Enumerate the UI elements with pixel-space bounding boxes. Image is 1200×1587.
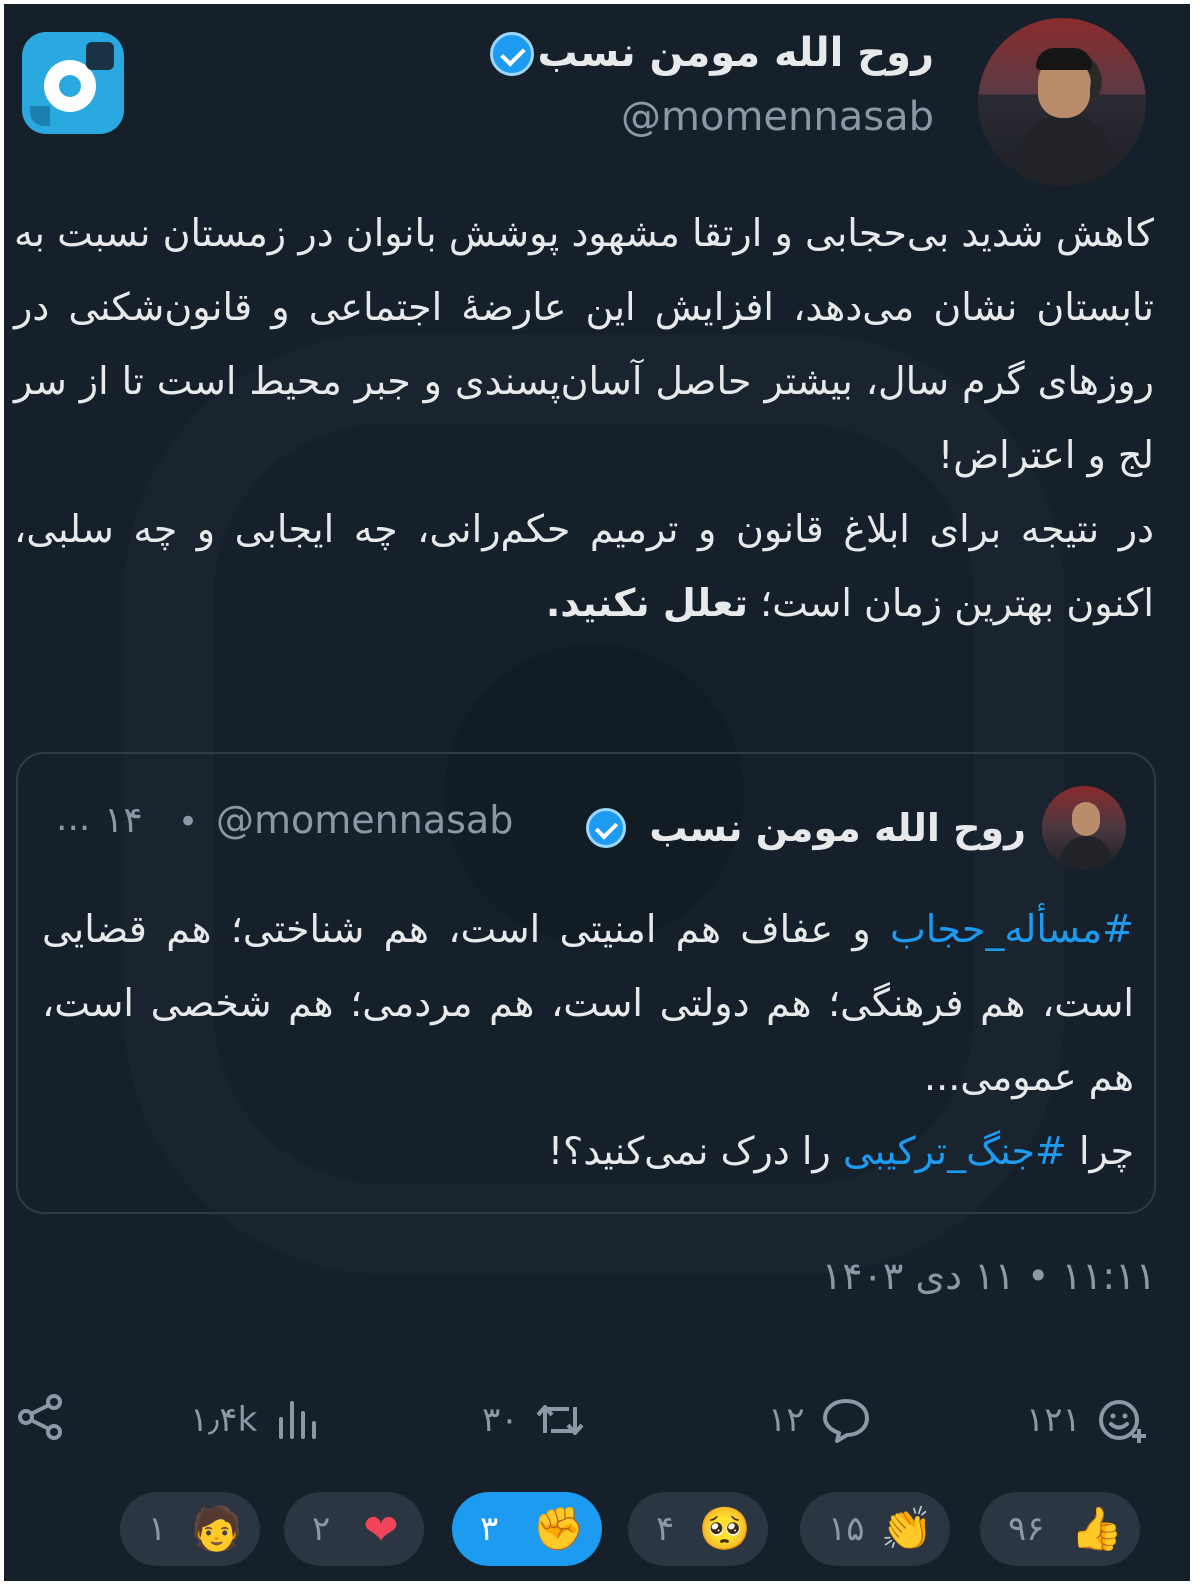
- thumbs-up-icon: 👍: [1070, 1504, 1124, 1553]
- retweet-icon: [536, 1405, 584, 1435]
- author-avatar[interactable]: [978, 18, 1146, 186]
- separator-dot: •: [178, 802, 199, 842]
- clapping-hands-icon: 👏: [880, 1504, 934, 1553]
- quoted-tweet-text: #مسأله_حجاب و عفاف هم امنیتی است، هم شنا…: [42, 892, 1134, 1188]
- reaction-count: ۱: [148, 1509, 167, 1549]
- reaction-clap[interactable]: ۱۵ 👏: [800, 1492, 950, 1566]
- author-name[interactable]: روح الله مومن نسب: [538, 30, 934, 76]
- reaction-count: ۱۵: [828, 1509, 865, 1549]
- fist-icon: ✊: [532, 1504, 586, 1553]
- quoted-tweet[interactable]: روح الله مومن نسب @momennasab • ۱۴ ... #…: [16, 752, 1156, 1214]
- views-count: ۱٫۴k: [190, 1400, 258, 1440]
- reply-count: ۱۲: [768, 1400, 805, 1440]
- pleading-face-icon: 🥺: [698, 1504, 752, 1553]
- quoted-text-span: را درک نمی‌کنید؟!: [547, 1129, 843, 1173]
- share-icon: [18, 1394, 62, 1440]
- app-logo-icon: [22, 32, 124, 134]
- hashtag-link[interactable]: #جنگ_ترکیبی: [843, 1129, 1067, 1173]
- tweet-timestamp[interactable]: ۱۱:۱۱ • ۱۱ دی ۱۴۰۳: [822, 1254, 1156, 1298]
- tweet-emphasis: تعلل نکنید.: [545, 581, 749, 625]
- quoted-author-name: روح الله مومن نسب: [649, 806, 1026, 850]
- tweet-screenshot: روح الله مومن نسب @momennasab کاهش شدید …: [4, 4, 1190, 1581]
- reaction-fist[interactable]: ۳ ✊: [452, 1492, 602, 1566]
- hashtag-link[interactable]: #مسأله_حجاب: [890, 907, 1134, 951]
- views-button[interactable]: ۱٫۴k: [190, 1390, 325, 1450]
- reaction-count: ۹۶: [1008, 1509, 1045, 1549]
- retweet-button[interactable]: ۳۰: [482, 1390, 587, 1450]
- analytics-icon: [279, 1401, 317, 1439]
- person-icon: 🧑: [190, 1504, 244, 1553]
- tweet-paragraph-1: کاهش شدید بی‌حجابی و ارتقا مشهود پوشش با…: [14, 211, 1154, 477]
- verified-badge-icon: [490, 32, 534, 76]
- quoted-author-avatar: [1042, 786, 1126, 870]
- retweet-count: ۳۰: [482, 1400, 519, 1440]
- tweet-text: کاهش شدید بی‌حجابی و ارتقا مشهود پوشش با…: [14, 196, 1154, 640]
- verified-badge-icon: [586, 808, 626, 848]
- likes-count: ۱۲۱: [1026, 1400, 1081, 1440]
- reaction-count: ۲: [312, 1509, 331, 1549]
- reaction-count: ۴: [656, 1509, 675, 1549]
- share-button[interactable]: [14, 1390, 70, 1446]
- quoted-paragraph-2: چرا #جنگ_ترکیبی را درک نمی‌کنید؟!: [42, 1114, 1134, 1188]
- comment-icon: [822, 1399, 869, 1443]
- more-icon[interactable]: ...: [56, 798, 90, 839]
- reaction-pleading[interactable]: ۴ 🥺: [628, 1492, 768, 1566]
- reaction-thumbs-up[interactable]: ۹۶ 👍: [980, 1492, 1140, 1566]
- reaction-heart[interactable]: ۲ ❤: [284, 1492, 424, 1566]
- reaction-count: ۳: [480, 1509, 499, 1549]
- quoted-paragraph-1: #مسأله_حجاب و عفاف هم امنیتی است، هم شنا…: [42, 892, 1134, 1114]
- reply-button[interactable]: ۱۲: [768, 1390, 873, 1450]
- add-reaction-icon: [1098, 1400, 1146, 1443]
- author-handle[interactable]: @momennasab: [621, 94, 934, 140]
- quoted-author-handle: @momennasab: [216, 798, 514, 842]
- quoted-tweet-time: ۱۴: [104, 800, 143, 841]
- quoted-text-span: چرا: [1066, 1129, 1134, 1173]
- tweet-paragraph-2: در نتیجه برای ابلاغ قانون و ترمیم حکم‌را…: [14, 492, 1154, 640]
- react-button[interactable]: ۱۲۱: [1026, 1390, 1149, 1450]
- heart-icon: ❤: [363, 1504, 399, 1554]
- reaction-person[interactable]: ۱ 🧑: [120, 1492, 260, 1566]
